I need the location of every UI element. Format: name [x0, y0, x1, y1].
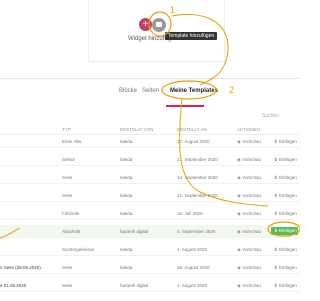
- annotation-circle-3: [267, 221, 300, 237]
- annotation-overlay: [0, 11, 300, 239]
- annotation-line-2: [179, 98, 269, 207]
- annotation-line-1: [171, 13, 229, 86]
- annotation-circle-2: [161, 80, 217, 100]
- annotation-line-3: [0, 227, 21, 239]
- annotation-circle-1: [148, 11, 172, 37]
